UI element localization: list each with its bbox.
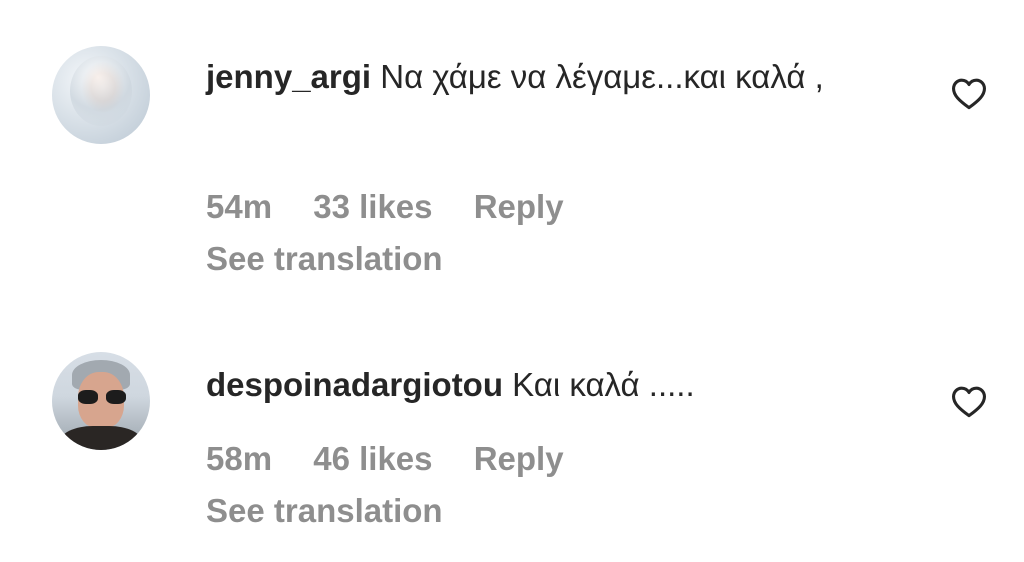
comment-username[interactable]: jenny_argi [206, 58, 371, 95]
avatar-photo-detail [70, 56, 132, 126]
see-translation-link[interactable]: See translation [206, 240, 443, 278]
avatar[interactable] [52, 46, 150, 144]
comment-timestamp[interactable]: 58m [206, 440, 272, 477]
heart-outline-icon [952, 78, 986, 110]
comment-meta: 54m 33 likes Reply [206, 188, 596, 226]
comment-username[interactable]: despoinadargiotou [206, 366, 503, 403]
comment-likes-count[interactable]: 46 likes [313, 440, 432, 477]
avatar[interactable] [52, 352, 150, 450]
heart-outline-icon [952, 386, 986, 418]
reply-button[interactable]: Reply [474, 440, 564, 477]
comment-timestamp[interactable]: 54m [206, 188, 272, 225]
avatar-photo-detail [78, 390, 126, 404]
like-button[interactable] [950, 384, 988, 418]
comment-likes-count[interactable]: 33 likes [313, 188, 432, 225]
comment-meta: 58m 46 likes Reply [206, 440, 596, 478]
comment-text: Να χάμε να λέγαμε...και καλά , [380, 58, 824, 95]
reply-button[interactable]: Reply [474, 188, 564, 225]
comment-text: Και καλά ..... [512, 366, 695, 403]
like-button[interactable] [950, 76, 988, 110]
see-translation-link[interactable]: See translation [206, 492, 443, 530]
comment-body: jenny_argi Να χάμε να λέγαμε...και καλά … [206, 48, 906, 106]
avatar-photo-detail [60, 426, 142, 450]
comment-body: despoinadargiotou Και καλά ..... [206, 356, 906, 414]
